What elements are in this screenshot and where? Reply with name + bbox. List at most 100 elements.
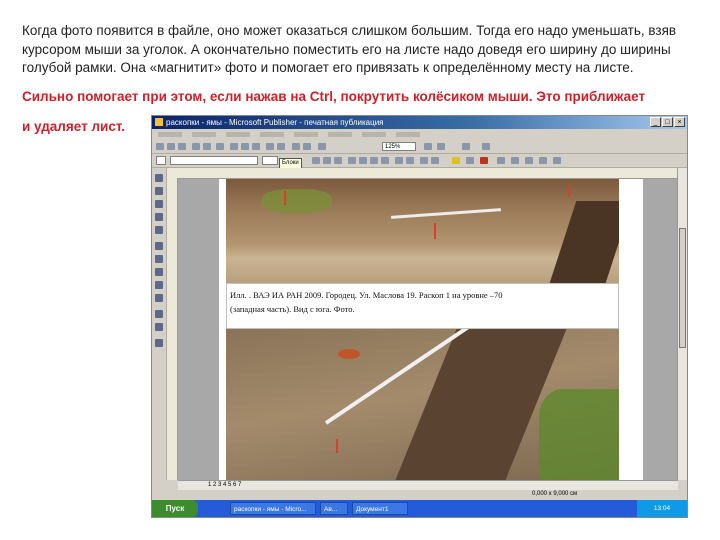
menu-bar xyxy=(152,129,687,140)
page-navigation[interactable]: 1 2 3 4 5 6 7 xyxy=(208,482,241,489)
design-gallery-icon[interactable] xyxy=(155,339,163,347)
window-title-bar: раскопки - ямы - Microsoft Publisher - п… xyxy=(152,116,687,129)
arrow-icon[interactable] xyxy=(155,255,163,263)
red-stake xyxy=(568,185,570,197)
open-icon[interactable] xyxy=(167,143,175,150)
menu-item[interactable] xyxy=(328,132,352,137)
save-icon[interactable] xyxy=(178,143,186,150)
numbering-icon[interactable] xyxy=(395,157,403,164)
vertical-scrollbar[interactable] xyxy=(677,168,687,480)
columns-icon[interactable] xyxy=(462,143,470,150)
trench xyxy=(549,201,619,283)
status-bar: 0,000 x 9,000 см xyxy=(152,489,687,500)
font-color-icon[interactable] xyxy=(480,157,488,164)
objects-toolbar xyxy=(152,168,167,480)
picture-frame-icon[interactable] xyxy=(155,226,163,234)
horizontal-ruler[interactable] xyxy=(177,168,677,179)
special-chars-icon[interactable] xyxy=(482,143,490,150)
align-left-icon[interactable] xyxy=(348,157,356,164)
system-tray-clock: 13:04 xyxy=(637,500,687,517)
help-icon[interactable] xyxy=(437,143,445,150)
font-size-select[interactable] xyxy=(262,156,278,165)
bold-icon[interactable] xyxy=(312,157,320,164)
text-box-icon[interactable] xyxy=(155,187,163,195)
copy-icon[interactable] xyxy=(241,143,249,150)
red-stake xyxy=(434,223,436,239)
window-controls: _ □ × xyxy=(650,117,685,127)
print-icon[interactable] xyxy=(192,143,200,150)
publisher-screenshot: раскопки - ямы - Microsoft Publisher - п… xyxy=(151,115,688,518)
3d-icon[interactable] xyxy=(553,157,561,164)
shadow-icon[interactable] xyxy=(539,157,547,164)
publication-page[interactable]: Илл. . ВАЭ ИА РАН 2009. Городец. Ул. Мас… xyxy=(219,179,643,480)
status-size: 0,000 x 9,000 см xyxy=(532,491,578,497)
excavation-photo-top[interactable] xyxy=(226,179,619,283)
select-objects-icon[interactable] xyxy=(155,174,163,182)
line-style-icon[interactable] xyxy=(497,157,505,164)
wordart-icon[interactable] xyxy=(155,213,163,221)
paste-icon[interactable] xyxy=(252,143,260,150)
new-icon[interactable] xyxy=(156,143,164,150)
workspace[interactable]: Илл. . ВАЭ ИА РАН 2009. Городец. Ул. Мас… xyxy=(178,179,678,480)
spelling-icon[interactable] xyxy=(216,143,224,150)
fill-color-icon[interactable] xyxy=(452,157,460,164)
menu-item[interactable] xyxy=(158,132,182,137)
increase-indent-icon[interactable] xyxy=(431,157,439,164)
align-right-icon[interactable] xyxy=(370,157,378,164)
photo-caption-box[interactable]: Илл. . ВАЭ ИА РАН 2009. Городец. Ул. Мас… xyxy=(226,283,619,329)
italic-icon[interactable] xyxy=(323,157,331,164)
form-control-icon[interactable] xyxy=(155,323,163,331)
maximize-button[interactable]: □ xyxy=(662,117,673,127)
menu-item[interactable] xyxy=(294,132,318,137)
highlight-line-1: Сильно помогает при этом, если нажав на … xyxy=(22,89,646,104)
dash-style-icon[interactable] xyxy=(511,157,519,164)
window-title: раскопки - ямы - Microsoft Publisher - п… xyxy=(166,118,384,127)
menu-item[interactable] xyxy=(362,132,386,137)
standard-toolbar: 125% xyxy=(152,140,687,154)
line-icon[interactable] xyxy=(155,242,163,250)
grass-area xyxy=(539,389,619,480)
formatting-toolbar xyxy=(152,154,687,168)
minimize-button[interactable]: _ xyxy=(650,117,661,127)
undo-icon[interactable] xyxy=(266,143,274,150)
menu-item[interactable] xyxy=(396,132,420,137)
style-select[interactable] xyxy=(156,156,166,165)
align-center-icon[interactable] xyxy=(359,157,367,164)
hot-spot-icon[interactable] xyxy=(155,310,163,318)
decrease-indent-icon[interactable] xyxy=(420,157,428,164)
taskbar: Пуск раскопки - ямы - Micro... Ав... Док… xyxy=(152,500,687,517)
excavation-photo-bottom[interactable] xyxy=(226,329,619,480)
zoom-select[interactable]: 125% xyxy=(382,142,416,151)
arrow-style-icon[interactable] xyxy=(525,157,533,164)
taskbar-item-document[interactable]: Документ1 xyxy=(352,502,408,515)
zoom-in-icon[interactable] xyxy=(424,143,432,150)
vertical-ruler[interactable] xyxy=(167,168,178,480)
menu-item[interactable] xyxy=(260,132,284,137)
preview-icon[interactable] xyxy=(203,143,211,150)
table-icon[interactable] xyxy=(155,200,163,208)
red-stake xyxy=(336,439,338,453)
send-backward-icon[interactable] xyxy=(303,143,311,150)
taskbar-item-publisher[interactable]: раскопки - ямы - Micro... xyxy=(230,502,316,515)
rectangle-icon[interactable] xyxy=(155,281,163,289)
scroll-thumb[interactable] xyxy=(679,228,686,348)
caption-line-1: Илл. . ВАЭ ИА РАН 2009. Городец. Ул. Мас… xyxy=(230,290,503,300)
menu-item[interactable] xyxy=(192,132,216,137)
redo-icon[interactable] xyxy=(277,143,285,150)
start-button[interactable]: Пуск xyxy=(152,500,198,517)
oval-icon[interactable] xyxy=(155,268,163,276)
bullets-icon[interactable] xyxy=(406,157,414,164)
line-color-icon[interactable] xyxy=(466,157,474,164)
font-select[interactable] xyxy=(170,156,258,165)
menu-item[interactable] xyxy=(226,132,250,137)
bring-forward-icon[interactable] xyxy=(292,143,300,150)
underline-icon[interactable] xyxy=(334,157,342,164)
cut-icon[interactable] xyxy=(230,143,238,150)
taskbar-item-2[interactable]: Ав... xyxy=(320,502,348,515)
highlight-line-2: и удаляет лист. xyxy=(22,119,126,134)
autoshapes-icon[interactable] xyxy=(155,294,163,302)
zoom-out-icon[interactable] xyxy=(318,143,326,150)
close-button[interactable]: × xyxy=(674,117,685,127)
grass-area xyxy=(262,189,332,213)
justify-icon[interactable] xyxy=(381,157,389,164)
